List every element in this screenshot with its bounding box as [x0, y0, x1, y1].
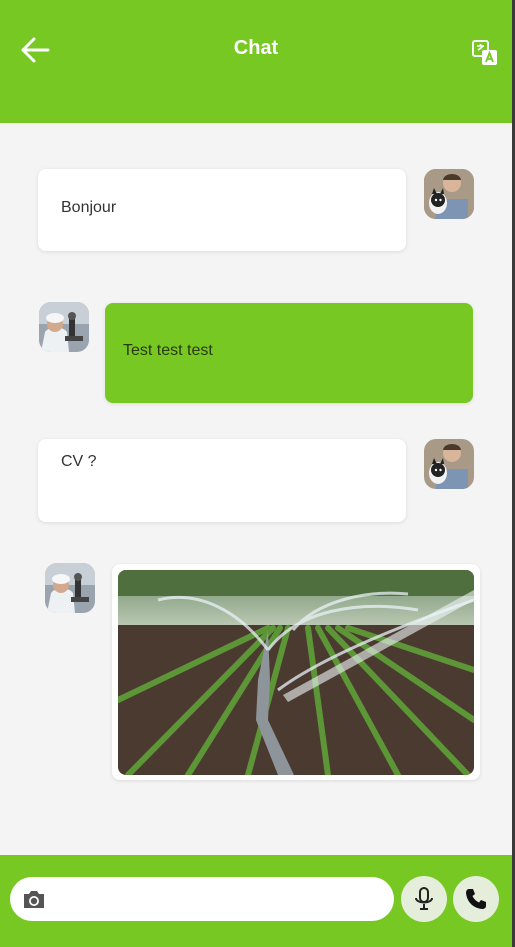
composer-bar: [0, 855, 512, 947]
camera-icon[interactable]: [22, 888, 46, 910]
microphone-icon: [415, 887, 433, 910]
message-image-card[interactable]: [112, 564, 480, 780]
message-input-container: [10, 877, 394, 921]
phone-icon: [466, 889, 486, 909]
chat-header: Chat: [0, 0, 512, 123]
lab-technician-avatar[interactable]: [39, 302, 89, 352]
message-text: Bonjour: [61, 199, 117, 216]
call-button[interactable]: [453, 876, 499, 922]
message-bubble-received: CV ?: [38, 439, 406, 522]
man-with-dog-avatar[interactable]: [424, 169, 474, 219]
message-text: Test test test: [123, 342, 213, 359]
irrigation-field-photo: [118, 570, 474, 775]
message-text: CV ?: [61, 453, 97, 470]
message-input[interactable]: [56, 885, 376, 913]
man-with-dog-avatar[interactable]: [424, 439, 474, 489]
page-title: Chat: [233, 37, 279, 59]
translate-icon[interactable]: [472, 40, 498, 66]
microphone-button[interactable]: [401, 876, 447, 922]
lab-technician-avatar[interactable]: [45, 563, 95, 613]
message-bubble-received: Bonjour: [38, 169, 406, 251]
message-bubble-sent: Test test test: [105, 303, 473, 403]
